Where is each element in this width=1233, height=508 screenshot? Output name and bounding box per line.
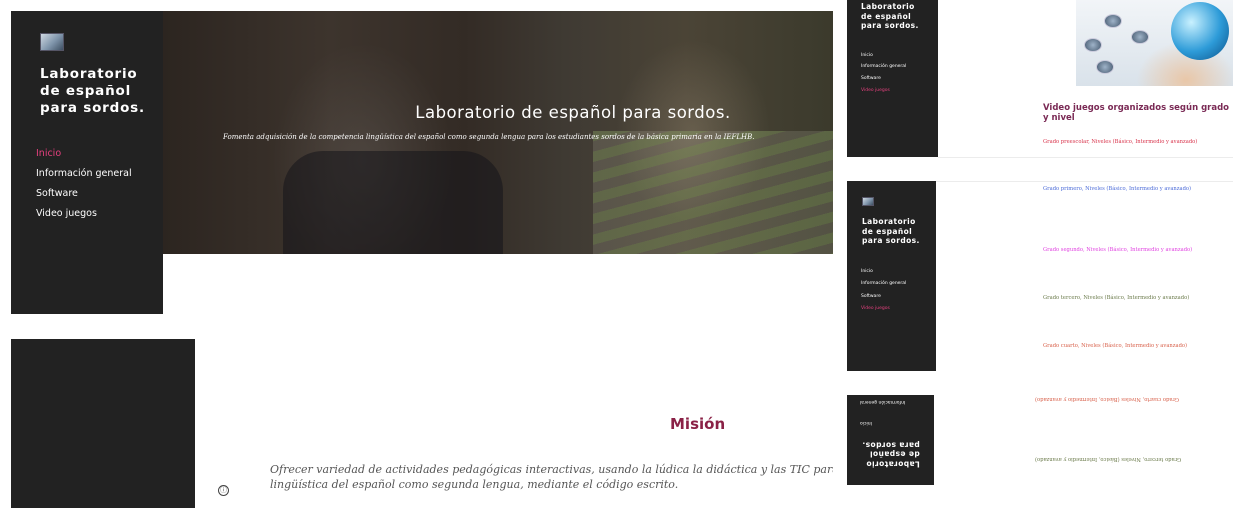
nav-item-software[interactable]: Software xyxy=(36,188,78,200)
nav-item-video-juegos[interactable]: Video juegos xyxy=(861,306,890,312)
site-title[interactable]: Laboratorio de español para sordos. xyxy=(862,440,920,469)
site-logo-image[interactable] xyxy=(40,33,64,51)
nav-item-informacion-general[interactable]: Información general xyxy=(861,281,906,287)
nav-item-video-juegos[interactable]: Video juegos xyxy=(36,208,97,220)
level-link-segundo[interactable]: Grado segundo, Niveles (Básico, Intermed… xyxy=(1043,247,1192,253)
info-icon[interactable]: ⓘ xyxy=(218,485,229,496)
mission-heading: Misión xyxy=(670,415,726,433)
level-link-preescolar[interactable]: Grado preescolar, Niveles (Básico, Inter… xyxy=(1043,139,1197,145)
nav-item-informacion-general[interactable]: Información general xyxy=(860,398,905,404)
hero-title: Laboratorio de español para sordos. xyxy=(415,103,731,122)
site-logo-image[interactable] xyxy=(862,197,874,206)
nav-item-informacion-general[interactable]: Información general xyxy=(36,168,132,180)
site-title[interactable]: Laboratorio de español para sordos. xyxy=(861,2,919,31)
sidebar xyxy=(11,339,195,508)
level-link-cuarto[interactable]: Grado cuarto, Niveles (Básico, Intermedi… xyxy=(1043,343,1187,349)
divider xyxy=(938,157,1233,158)
network-node-icon xyxy=(1096,60,1114,74)
level-link-tercero-mirrored[interactable]: Grado tercero, Niveles (Básico, Intermed… xyxy=(1035,456,1181,462)
globe-network-image xyxy=(1076,0,1233,86)
site-title[interactable]: Laboratorio de español para sordos. xyxy=(40,66,155,117)
site-title[interactable]: Laboratorio de español para sordos. xyxy=(862,217,920,246)
network-node-icon xyxy=(1084,38,1102,52)
level-link-tercero[interactable]: Grado tercero, Niveles (Básico, Intermed… xyxy=(1043,295,1189,301)
nav-item-inicio[interactable]: Inicio xyxy=(861,269,873,275)
nav-item-video-juegos[interactable]: Video juegos xyxy=(861,88,890,94)
hero-subtitle: Fomenta adquisición de la competencia li… xyxy=(223,133,755,141)
nav-item-inicio[interactable]: Inicio xyxy=(861,53,873,59)
sidebar xyxy=(847,181,936,371)
nav-item-software[interactable]: Software xyxy=(861,294,881,300)
sidebar xyxy=(11,11,163,314)
globe-icon xyxy=(1171,2,1229,60)
network-node-icon xyxy=(1131,30,1149,44)
divider xyxy=(936,181,1233,182)
nav-item-inicio[interactable]: Inicio xyxy=(36,148,61,160)
level-link-cuarto-mirrored[interactable]: Grado cuarto, Niveles (Básico, Intermedi… xyxy=(1035,396,1179,402)
nav-item-inicio[interactable]: Inicio xyxy=(860,419,872,425)
nav-item-informacion-general[interactable]: Información general xyxy=(861,64,906,70)
video-games-heading: Video juegos organizados según grado y n… xyxy=(1043,103,1230,123)
level-link-primero[interactable]: Grado primero, Niveles (Básico, Intermed… xyxy=(1043,186,1191,192)
hero-photo-detail xyxy=(593,131,833,254)
mission-text: Ofrecer variedad de actividades pedagógi… xyxy=(270,463,833,491)
nav-item-software[interactable]: Software xyxy=(861,76,881,82)
network-node-icon xyxy=(1104,14,1122,28)
hero-photo-detail xyxy=(283,151,503,254)
